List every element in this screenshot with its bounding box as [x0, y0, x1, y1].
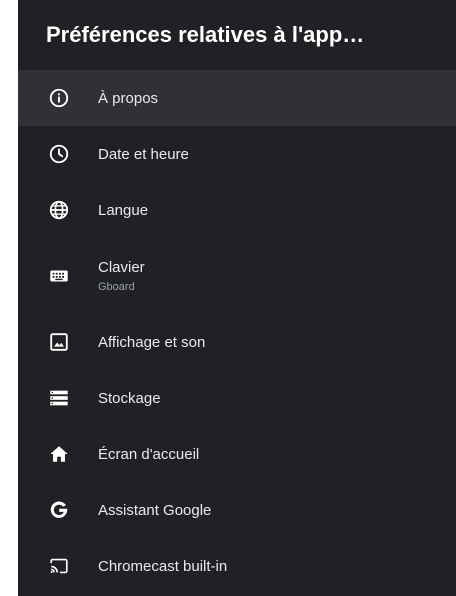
settings-panel: Préférences relatives à l'app… À propos	[18, 0, 456, 596]
header: Préférences relatives à l'app…	[18, 0, 456, 70]
google-icon	[48, 499, 70, 521]
home-icon	[48, 443, 70, 465]
keyboard-icon	[48, 265, 70, 287]
settings-item-keyboard[interactable]: Clavier Gboard	[18, 238, 456, 314]
settings-item-label: À propos	[98, 89, 159, 107]
settings-item-date-time[interactable]: Date et heure	[18, 126, 456, 182]
settings-list: À propos Date et heure Langue Clavier Gb…	[18, 70, 456, 594]
settings-item-label: Assistant Google	[98, 501, 212, 519]
settings-item-language[interactable]: Langue	[18, 182, 456, 238]
settings-item-label: Stockage	[98, 389, 161, 407]
globe-icon	[48, 199, 70, 221]
settings-item-google-assistant[interactable]: Assistant Google	[18, 482, 456, 538]
settings-item-label: Date et heure	[98, 145, 189, 163]
page-title: Préférences relatives à l'app…	[46, 22, 365, 47]
settings-item-label: Chromecast built-in	[98, 557, 228, 575]
settings-item-chromecast[interactable]: Chromecast built-in	[18, 538, 456, 594]
settings-item-label: Langue	[98, 201, 149, 219]
settings-item-label: Affichage et son	[98, 333, 206, 351]
info-icon	[48, 87, 70, 109]
settings-item-about[interactable]: À propos	[18, 70, 456, 126]
storage-icon	[48, 387, 70, 409]
settings-item-label: Écran d'accueil	[98, 445, 200, 463]
settings-item-display-sound[interactable]: Affichage et son	[18, 314, 456, 370]
clock-icon	[48, 143, 70, 165]
cast-icon	[48, 555, 70, 577]
settings-item-storage[interactable]: Stockage	[18, 370, 456, 426]
settings-item-sublabel: Gboard	[98, 281, 135, 293]
settings-item-label: Clavier	[98, 259, 145, 276]
display-icon	[48, 331, 70, 353]
settings-item-home-screen[interactable]: Écran d'accueil	[18, 426, 456, 482]
